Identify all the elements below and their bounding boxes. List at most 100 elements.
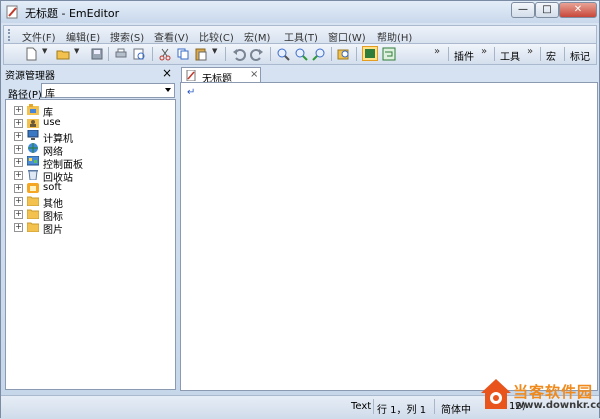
find-next-icon[interactable] xyxy=(294,47,308,61)
watermark: 当客软件园 www.downkr.com xyxy=(477,377,600,419)
menu-window[interactable]: 窗口(W) xyxy=(328,29,366,44)
toolbar-separator xyxy=(331,47,332,61)
folder-icon xyxy=(27,196,39,206)
undo-icon[interactable] xyxy=(232,47,246,61)
paste-icon[interactable] xyxy=(194,47,208,61)
end-of-line-icon: ↵ xyxy=(187,87,196,98)
menu-bar: 文件(F) 编辑(E) 搜索(S) 查看(V) 比较(C) 宏(M) 工具(T)… xyxy=(3,25,597,44)
expand-icon[interactable]: + xyxy=(14,119,23,128)
explorer-title: 资源管理器 xyxy=(5,71,55,82)
tab-close-icon[interactable]: × xyxy=(250,69,258,80)
toolbar-separator xyxy=(564,47,565,61)
cut-icon[interactable] xyxy=(158,47,172,61)
view-mode-icon[interactable] xyxy=(362,46,378,61)
tree-item-user[interactable]: + use xyxy=(14,117,164,130)
status-mode: Text xyxy=(351,401,372,412)
toolbar-separator xyxy=(356,47,357,61)
word-wrap-icon[interactable] xyxy=(382,47,396,61)
path-dropdown[interactable]: 库 xyxy=(41,83,175,100)
open-dropdown-icon[interactable]: ▼ xyxy=(74,47,79,55)
expand-icon[interactable]: + xyxy=(14,132,23,141)
emeditor-app-icon xyxy=(6,5,18,19)
tree-item-icons[interactable]: + 图标 xyxy=(14,208,164,223)
expand-icon[interactable]: + xyxy=(14,158,23,167)
menu-grip[interactable] xyxy=(8,29,13,41)
status-separator xyxy=(373,399,374,414)
control-panel-icon xyxy=(27,156,39,166)
plugins-overflow-icon[interactable]: » xyxy=(481,46,487,57)
tree-item-label: 图片 xyxy=(43,225,63,236)
expand-icon[interactable]: + xyxy=(14,223,23,232)
toolbar-separator xyxy=(494,47,495,61)
status-encoding[interactable]: 简体中 xyxy=(441,401,471,416)
find-previous-icon[interactable] xyxy=(312,47,326,61)
find-in-files-icon[interactable] xyxy=(337,47,351,61)
menu-macro[interactable]: 宏(M) xyxy=(244,29,270,44)
find-icon[interactable] xyxy=(276,47,290,61)
text-editor-area[interactable]: ↵ xyxy=(180,82,598,391)
tree-item-recycle-bin[interactable]: + 回收站 xyxy=(14,169,164,184)
status-position: 行 1，列 1 xyxy=(377,405,427,416)
tree-item-other[interactable]: + 其他 xyxy=(14,195,164,210)
watermark-url: www.downkr.com xyxy=(515,400,600,411)
app-window: 无标题 - EmEditor — □ ✕ 文件(F) 编辑(E) 搜索(S) 查… xyxy=(0,0,600,418)
maximize-button[interactable]: □ xyxy=(535,2,559,18)
menu-search[interactable]: 搜索(S) xyxy=(110,29,144,44)
tools-toolbar-label[interactable]: 工具 xyxy=(500,48,520,63)
folder-icon xyxy=(27,183,39,193)
menu-edit[interactable]: 编辑(E) xyxy=(66,29,100,44)
toolbar-separator xyxy=(225,47,226,61)
expand-icon[interactable]: + xyxy=(14,106,23,115)
new-file-icon[interactable] xyxy=(24,47,38,61)
open-folder-icon[interactable] xyxy=(56,47,70,61)
tree-item-library[interactable]: + 库 xyxy=(14,104,164,119)
toolbar-separator xyxy=(448,47,449,61)
toolbar-separator xyxy=(540,47,541,61)
tree-item-pictures[interactable]: + 图片 xyxy=(14,221,164,236)
explorer-tree[interactable]: + 库 + use + 计算机 + 网络 + 控制面板 + 回收站 + soft… xyxy=(5,99,176,390)
minimize-button[interactable]: — xyxy=(511,2,535,18)
close-button[interactable]: ✕ xyxy=(559,2,597,18)
computer-icon xyxy=(27,130,39,140)
tree-item-network[interactable]: + 网络 xyxy=(14,143,164,158)
tools-overflow-icon[interactable]: » xyxy=(527,46,533,57)
print-preview-icon[interactable] xyxy=(132,47,146,61)
expand-icon[interactable]: + xyxy=(14,197,23,206)
window-title: 无标题 - EmEditor xyxy=(25,7,120,20)
title-bar: 无标题 - EmEditor — □ ✕ xyxy=(1,1,599,23)
paste-dropdown-icon[interactable]: ▼ xyxy=(212,47,217,55)
explorer-close-icon[interactable]: × xyxy=(162,66,172,80)
toolbar-overflow-icon[interactable]: » xyxy=(434,46,440,57)
menu-file[interactable]: 文件(F) xyxy=(22,29,56,44)
menu-help[interactable]: 帮助(H) xyxy=(377,29,412,44)
copy-icon[interactable] xyxy=(176,47,190,61)
print-icon[interactable] xyxy=(114,47,128,61)
path-value: 库 xyxy=(45,89,55,100)
tab-untitled[interactable]: 无标题 × xyxy=(181,67,261,85)
chevron-down-icon xyxy=(165,88,171,92)
watermark-logo-icon xyxy=(481,379,511,409)
macros-toolbar-label[interactable]: 宏 xyxy=(546,48,556,63)
document-tab-strip: 无标题 × xyxy=(179,66,599,85)
tree-item-computer[interactable]: + 计算机 xyxy=(14,130,164,145)
new-file-dropdown-icon[interactable]: ▼ xyxy=(42,47,47,55)
document-icon xyxy=(186,70,196,81)
expand-icon[interactable]: + xyxy=(14,184,23,193)
redo-icon[interactable] xyxy=(250,47,264,61)
menu-compare[interactable]: 比较(C) xyxy=(199,29,234,44)
expand-icon[interactable]: + xyxy=(14,210,23,219)
marks-toolbar-label[interactable]: 标记 xyxy=(570,48,590,63)
toolbar-separator xyxy=(270,47,271,61)
menu-view[interactable]: 查看(V) xyxy=(154,29,189,44)
plugins-toolbar-label[interactable]: 插件 xyxy=(454,48,474,63)
tree-item-soft[interactable]: + soft xyxy=(14,182,164,195)
folder-icon xyxy=(27,222,39,232)
toolbar-separator xyxy=(108,47,109,61)
save-icon[interactable] xyxy=(90,47,104,61)
toolbar: ▼ ▼ ▼ » 插件 » 工具 » 宏 标记 xyxy=(3,44,597,65)
recycle-bin-icon xyxy=(28,170,38,180)
expand-icon[interactable]: + xyxy=(14,171,23,180)
tree-item-control-panel[interactable]: + 控制面板 xyxy=(14,156,164,171)
expand-icon[interactable]: + xyxy=(14,145,23,154)
menu-tools[interactable]: 工具(T) xyxy=(284,29,318,44)
